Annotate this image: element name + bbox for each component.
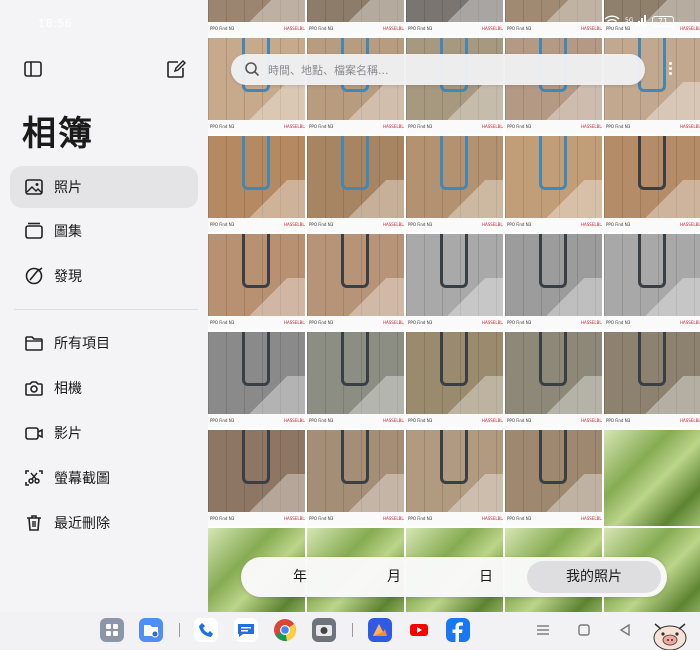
sidebar-item-screenshots[interactable]: 螢幕截圖	[10, 457, 198, 499]
photo-thumbnail[interactable]: PPO Find N3HASSELBLAD	[208, 0, 305, 36]
photo-thumbnail[interactable]: PPO Find N3HASSELBLAD	[604, 38, 700, 134]
sidebar-item-label: 圖集	[54, 224, 82, 240]
search-icon	[245, 62, 260, 77]
sidebar-item-discover[interactable]: 發現	[10, 255, 198, 297]
photo-thumbnail[interactable]: PPO Find N3HASSELBLAD	[208, 332, 305, 428]
page-title: 相簿	[22, 114, 94, 154]
photo-thumbnail[interactable]: PPO Find N3HASSELBLAD	[406, 332, 503, 428]
photo-thumbnail[interactable]: PPO Find N3HASSELBLAD	[406, 234, 503, 330]
discover-icon	[25, 267, 43, 285]
screenshot-icon	[25, 470, 43, 486]
battery-indicator: 71	[652, 15, 674, 27]
back-icon[interactable]	[618, 623, 632, 637]
sidebar-item-videos[interactable]: 影片	[10, 412, 198, 454]
photo-thumbnail[interactable]: PPO Find N3HASSELBLAD	[505, 234, 602, 330]
photo-thumbnail[interactable]: PPO Find N3HASSELBLAD	[307, 332, 404, 428]
photo-thumbnail[interactable]: PPO Find N3HASSELBLAD	[208, 234, 305, 330]
edit-icon[interactable]	[166, 60, 186, 78]
more-options-icon[interactable]	[666, 62, 674, 78]
menu-icon[interactable]	[536, 623, 550, 637]
photo-thumbnail[interactable]: PPO Find N3HASSELBLAD	[505, 0, 602, 36]
photo-thumbnail[interactable]: PPO Find N3HASSELBLAD	[307, 430, 404, 526]
gallery-app-icon[interactable]	[368, 618, 392, 642]
sidebar-item-label: 所有項目	[54, 336, 110, 352]
camera-icon	[25, 381, 43, 396]
photo-thumbnail[interactable]: PPO Find N3HASSELBLAD	[406, 38, 503, 134]
view-mode-switcher: 年 月 日 我的照片	[241, 557, 667, 597]
files-icon[interactable]	[139, 618, 163, 642]
photo-thumbnail[interactable]: PPO Find N3HASSELBLAD	[406, 430, 503, 526]
phone-icon[interactable]	[194, 618, 218, 642]
tab-day[interactable]: 日	[433, 561, 539, 593]
signal-icon: 5G	[625, 15, 646, 27]
photo-thumbnail[interactable]: PPO Find N3HASSELBLAD	[208, 38, 305, 134]
svg-text:5G: 5G	[625, 17, 634, 24]
photo-thumbnail[interactable]: PPO Find N3HASSELBLAD	[505, 38, 602, 134]
sidebar-item-label: 螢幕截圖	[54, 471, 110, 487]
photo-thumbnail[interactable]: PPO Find N3HASSELBLAD	[505, 430, 602, 526]
sidebar: 18:56 相簿 照片 圖集 發現 所有項目 相機 影片 螢幕截圖 最近刪除	[0, 0, 208, 612]
photo-grid: PPO Find N3HASSELBLADPPO Find N3HASSELBL…	[208, 0, 700, 612]
albums-icon	[25, 222, 43, 239]
sidebar-item-recently-deleted[interactable]: 最近刪除	[10, 502, 198, 544]
photo-thumbnail[interactable]: PPO Find N3HASSELBLAD	[604, 234, 700, 330]
home-icon[interactable]	[577, 623, 591, 637]
sidebar-divider	[14, 309, 198, 310]
sidebar-item-label: 照片	[54, 180, 82, 196]
folder-icon	[25, 336, 43, 351]
taskbar-separator	[179, 623, 180, 637]
sidebar-item-label: 影片	[54, 426, 82, 442]
photo-thumbnail[interactable]: PPO Find N3HASSELBLAD	[406, 136, 503, 232]
trash-icon	[27, 515, 41, 531]
tab-month[interactable]: 月	[341, 561, 447, 593]
sidebar-item-albums[interactable]: 圖集	[10, 210, 198, 252]
photos-icon	[25, 179, 43, 195]
sidebar-item-camera[interactable]: 相機	[10, 367, 198, 409]
photo-thumbnail[interactable]	[604, 430, 700, 526]
app-grid-icon[interactable]	[100, 618, 124, 642]
tab-my-photos[interactable]: 我的照片	[527, 561, 661, 593]
photo-thumbnail[interactable]: PPO Find N3HASSELBLAD	[505, 332, 602, 428]
youtube-icon[interactable]	[407, 618, 431, 642]
status-icons: 5G 71	[604, 14, 674, 28]
photo-thumbnail[interactable]: PPO Find N3HASSELBLAD	[208, 430, 305, 526]
status-time: 18:56	[38, 17, 73, 30]
photo-thumbnail[interactable]: PPO Find N3HASSELBLAD	[604, 136, 700, 232]
mascot-watermark-icon	[653, 623, 687, 650]
facebook-icon[interactable]	[446, 618, 470, 642]
photo-thumbnail[interactable]: PPO Find N3HASSELBLAD	[208, 136, 305, 232]
photo-thumbnail[interactable]: PPO Find N3HASSELBLAD	[505, 136, 602, 232]
sidebar-item-label: 相機	[54, 381, 82, 397]
messages-icon[interactable]	[234, 618, 258, 642]
photo-thumbnail[interactable]: PPO Find N3HASSELBLAD	[307, 234, 404, 330]
video-icon	[25, 427, 43, 440]
photo-thumbnail[interactable]: PPO Find N3HASSELBLAD	[307, 38, 404, 134]
sidebar-item-photos[interactable]: 照片	[10, 166, 198, 208]
tab-year[interactable]: 年	[247, 561, 353, 593]
search-input[interactable]: 時間、地點、檔案名稱...	[231, 54, 645, 85]
camera-app-icon[interactable]	[312, 618, 336, 642]
photo-thumbnail[interactable]: PPO Find N3HASSELBLAD	[307, 0, 404, 36]
photo-thumbnail[interactable]: PPO Find N3HASSELBLAD	[604, 332, 700, 428]
taskbar	[0, 612, 700, 650]
photo-gallery: PPO Find N3HASSELBLADPPO Find N3HASSELBL…	[208, 0, 700, 612]
sidebar-item-all-items[interactable]: 所有項目	[10, 322, 198, 364]
search-placeholder: 時間、地點、檔案名稱...	[268, 64, 389, 77]
sidebar-toggle-icon[interactable]	[24, 61, 42, 77]
wifi-icon	[604, 15, 620, 27]
chrome-icon[interactable]	[273, 618, 297, 642]
taskbar-separator	[352, 623, 353, 637]
photo-thumbnail[interactable]: PPO Find N3HASSELBLAD	[406, 0, 503, 36]
sidebar-item-label: 發現	[54, 269, 82, 285]
photo-thumbnail[interactable]: PPO Find N3HASSELBLAD	[307, 136, 404, 232]
sidebar-item-label: 最近刪除	[54, 516, 110, 532]
